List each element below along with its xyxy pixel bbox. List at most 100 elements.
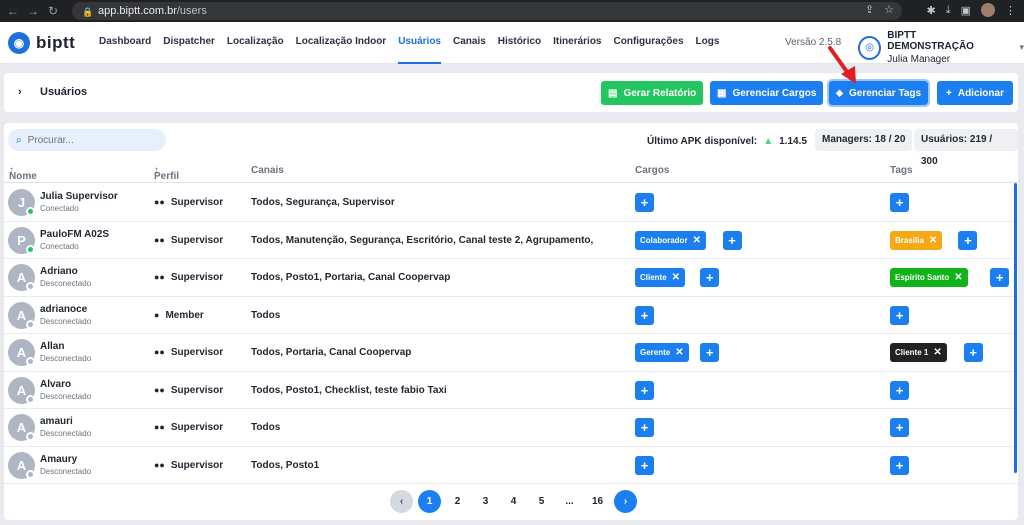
download-icon[interactable]: ⤓ xyxy=(946,4,951,17)
nav-usu-rios[interactable]: Usuários xyxy=(398,22,441,64)
add-user-button[interactable]: + Adicionar xyxy=(937,81,1013,105)
sidepanel-icon[interactable]: ▣ xyxy=(961,4,971,17)
add-tag-button[interactable]: + xyxy=(890,418,909,437)
add-role-button[interactable]: + xyxy=(635,380,654,400)
add-tag-button[interactable]: + xyxy=(890,305,909,325)
channels-cell: Todos, Portaria, Canal Coopervap xyxy=(251,347,412,358)
profile-avatar[interactable] xyxy=(981,3,995,17)
nav-localiza-o[interactable]: Localização xyxy=(227,22,284,64)
remove-tag-icon[interactable]: ✕ xyxy=(933,343,941,362)
org-switcher[interactable]: ◎ BIPTT DEMONSTRAÇÃO Julia Manager ▾ xyxy=(858,30,1024,65)
logo[interactable]: ◉ biptt xyxy=(8,32,75,54)
column-perfil[interactable]: Perfil ↑ xyxy=(154,165,179,182)
user-name[interactable]: Amaury xyxy=(40,454,77,465)
next-page-button[interactable]: › xyxy=(614,490,637,513)
add-tag-button[interactable]: + xyxy=(890,193,909,212)
profile-cell: ●● Supervisor xyxy=(154,272,223,283)
user-status: Desconectado xyxy=(40,354,92,363)
role-chip: Gerente ✕ xyxy=(635,343,689,362)
app-header: ◉ biptt Dashboard Dispatcher Localização Lo… xyxy=(0,22,1024,65)
nav-dashboard[interactable]: Dashboard xyxy=(99,22,151,64)
tag-chip-label: Espírito Santo xyxy=(895,273,950,282)
page-3-button[interactable]: 3 xyxy=(474,490,497,513)
profile-label: Supervisor xyxy=(170,459,224,471)
user-name[interactable]: Julia Supervisor xyxy=(40,191,118,202)
page-5-button[interactable]: 5 xyxy=(530,490,553,513)
user-status: Desconectado xyxy=(40,429,92,438)
add-role-button[interactable]: + xyxy=(635,305,654,325)
user-name[interactable]: amauri xyxy=(40,416,73,427)
user-status: Desconectado xyxy=(40,316,92,326)
remove-role-icon[interactable]: ✕ xyxy=(675,343,683,362)
android-icon: ▲ xyxy=(763,136,774,147)
column-nome[interactable]: Nome ↑ xyxy=(9,165,37,182)
nav-configura-es[interactable]: Configurações xyxy=(614,22,684,64)
forward-icon[interactable]: → xyxy=(26,4,40,18)
table-row[interactable]: Aadrianoce Desconectado ● Member Todos + + xyxy=(4,297,1018,334)
profile-cell: ●● Supervisor xyxy=(154,197,223,208)
generate-report-button[interactable]: ▤ Gerar Relatório xyxy=(601,81,704,105)
table-row[interactable]: A Adriano Desconectado ●● Supervisor Todos, P… xyxy=(4,259,1018,297)
add-role-button[interactable]: + xyxy=(635,193,654,212)
remove-role-icon[interactable]: ✕ xyxy=(693,231,701,250)
address-bar[interactable]: 🔒 app.biptt.com.br/users xyxy=(72,2,902,20)
manage-roles-button[interactable]: ▦ Gerenciar Cargos xyxy=(710,81,824,105)
add-role-button[interactable]: + xyxy=(635,455,654,475)
scrollbar[interactable] xyxy=(1014,183,1017,473)
user-status: Desconectado xyxy=(40,466,92,476)
add-tag-button[interactable]: + xyxy=(958,230,978,250)
nav-localiza-o-indoor[interactable]: Localização Indoor xyxy=(296,22,387,64)
page-4-button[interactable]: 4 xyxy=(502,490,525,513)
remove-tag-icon[interactable]: ✕ xyxy=(929,231,937,250)
extensions-icon[interactable]: ✱ xyxy=(927,4,936,17)
add-tag-button[interactable]: + xyxy=(963,343,983,362)
add-role-button[interactable]: + xyxy=(700,268,720,287)
group-icon: ●● xyxy=(154,272,165,282)
status-dot xyxy=(26,319,35,329)
channels-cell: Todos, Manutenção, Segurança, Escritório… xyxy=(251,234,594,246)
chevron-down-icon[interactable]: ▾ xyxy=(1019,42,1024,53)
table-row[interactable]: A Amaury Desconectado ●● Supervisor Todos, Po… xyxy=(4,447,1018,484)
add-tag-button[interactable]: + xyxy=(890,455,909,475)
user-name[interactable]: PauloFM A02S xyxy=(40,229,109,240)
table-row[interactable]: P PauloFM A02S Conectado ●● Supervisor Todos,… xyxy=(4,222,1018,259)
share-icon[interactable]: ⇪ xyxy=(865,3,874,16)
add-role-button[interactable]: + xyxy=(700,343,720,362)
page-title: Usuários xyxy=(40,86,88,98)
page-1-button[interactable]: 1 xyxy=(418,490,441,513)
add-tag-button[interactable]: + xyxy=(990,268,1010,287)
browser-menu-icon[interactable]: ⋮ xyxy=(1005,4,1016,17)
add-tag-button[interactable]: + xyxy=(890,380,909,400)
table-row[interactable]: J Julia Supervisor Conectado ●● Supervisor To… xyxy=(4,184,1018,222)
user-name[interactable]: Alvaro xyxy=(40,379,71,390)
nav-itiner-rios[interactable]: Itinerários xyxy=(553,22,601,64)
search-box[interactable]: ⌕ Procurar... xyxy=(8,129,166,151)
profile-label: Supervisor xyxy=(170,197,224,208)
page-toolbar: › Usuários ▤ Gerar Relatório ▦ Gerenciar C… xyxy=(4,73,1018,112)
apk-info: Último APK disponível: ▲ 1.14.5 xyxy=(647,136,807,147)
user-name[interactable]: Allan xyxy=(40,341,64,352)
user-name[interactable]: adrianoce xyxy=(40,304,87,315)
table-row[interactable]: Aamauri Desconectado ●● Supervisor Todos + + xyxy=(4,409,1018,447)
remove-tag-icon[interactable]: ✕ xyxy=(954,268,962,287)
remove-role-icon[interactable]: ✕ xyxy=(672,268,680,287)
add-role-button[interactable]: + xyxy=(635,418,654,437)
chevron-right-icon[interactable]: › xyxy=(18,86,22,98)
role-chip-label: Cliente xyxy=(640,273,667,282)
page-16-button[interactable]: 16 xyxy=(586,490,609,513)
url-path: /users xyxy=(176,5,207,17)
page-2-button[interactable]: 2 xyxy=(446,490,469,513)
nav-logs[interactable]: Logs xyxy=(696,22,720,64)
table-row[interactable]: A Alvaro Desconectado ●● Supervisor Todos, Po… xyxy=(4,372,1018,409)
star-icon[interactable]: ☆ xyxy=(884,3,894,16)
prev-page-button[interactable]: ‹ xyxy=(390,490,413,513)
nav-dispatcher[interactable]: Dispatcher xyxy=(163,22,215,64)
nav-hist-rico[interactable]: Histórico xyxy=(498,22,541,64)
user-name[interactable]: Adriano xyxy=(40,266,78,277)
add-role-button[interactable]: + xyxy=(722,230,742,250)
search-input[interactable]: Procurar... xyxy=(28,135,74,146)
back-icon[interactable]: ← xyxy=(6,4,20,18)
nav-canais[interactable]: Canais xyxy=(453,22,486,64)
table-row[interactable]: A Allan Desconectado ●● Supervisor Todos, Por… xyxy=(4,334,1018,372)
reload-icon[interactable]: ↻ xyxy=(46,4,60,18)
